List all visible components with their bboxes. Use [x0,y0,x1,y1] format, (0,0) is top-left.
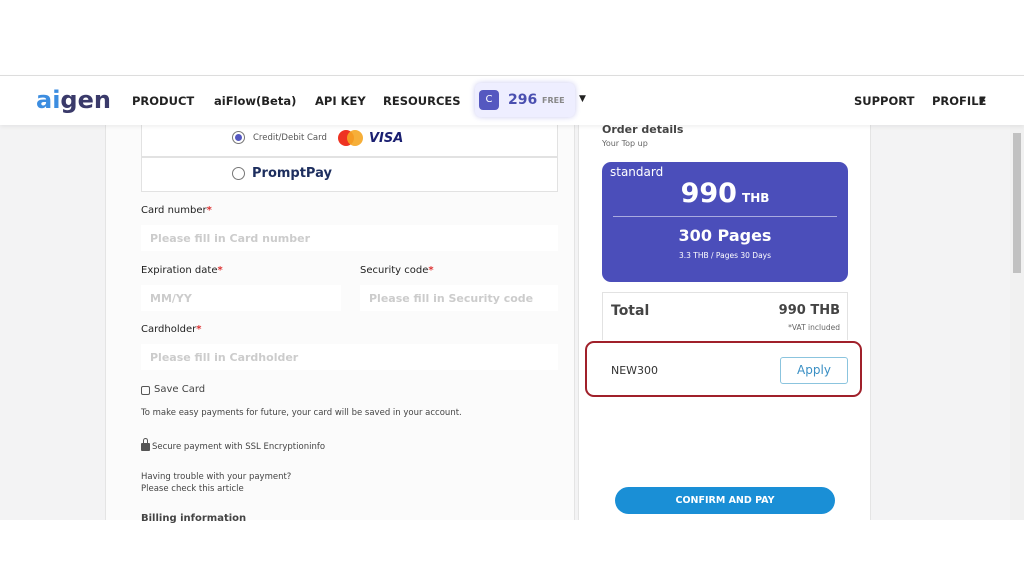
promptpay-label: PromptPay [252,166,332,181]
scrollbar-thumb[interactable] [1013,133,1021,273]
vat-note: *VAT included [788,323,840,332]
total-box: Total 990 THB *VAT included [602,292,848,340]
credit-radio[interactable] [232,131,245,144]
profile-caret-icon[interactable]: ▼ [979,96,985,105]
lock-icon [141,443,150,451]
security-code-label: Security code* [360,265,434,276]
card-number-input[interactable]: Please fill in Card number [141,225,558,251]
credit-badge[interactable]: C 296 FREE [475,83,575,117]
visa-logo: VISA [369,131,404,146]
nav-resources[interactable]: RESOURCES [383,94,461,108]
nav-support[interactable]: SUPPORT [854,94,914,108]
aigen-logo[interactable]: aigen [36,86,111,114]
nav-api-key[interactable]: API KEY [315,94,366,108]
save-card-note: To make easy payments for future, your c… [141,408,462,418]
credit-icon: C [479,90,499,110]
order-subtitle: Your Top up [602,139,648,148]
total-label: Total [611,303,650,319]
coupon-highlight: NEW300 Apply [585,341,862,397]
credit-dropdown-icon[interactable]: ▼ [579,94,586,104]
card-number-label: Card number* [141,205,212,216]
content-area: Credit/Debit Card VISA PromptPay Card nu… [0,123,1010,524]
help-article-link[interactable]: Please check this article [141,484,244,494]
option-credit-card[interactable]: Credit/Debit Card VISA [141,125,558,157]
save-card-checkbox[interactable] [141,386,150,395]
plan-price: 990 THB [680,178,770,209]
cardholder-input[interactable]: Please fill in Cardholder [141,344,558,370]
confirm-pay-button[interactable]: CONFIRM AND PAY [615,487,835,514]
order-details-panel: Order details Your Top up standard 990 T… [578,123,871,520]
scrollbar[interactable] [1010,125,1024,520]
plan-name: standard [610,165,664,179]
payment-form: Credit/Debit Card VISA PromptPay Card nu… [105,125,575,524]
credit-label: Credit/Debit Card [253,133,327,143]
total-value: 990 THB [778,303,840,318]
security-code-input[interactable]: Please fill in Security code [360,285,558,311]
top-nav: aigen PRODUCT aiFlow(Beta) API KEY RESOU… [0,75,1024,125]
option-promptpay[interactable]: PromptPay [141,157,558,192]
cardholder-label: Cardholder* [141,324,202,335]
coupon-input[interactable]: NEW300 [611,364,658,377]
save-card-label[interactable]: Save Card [154,384,205,395]
apply-button[interactable]: Apply [780,357,848,384]
billing-heading: Billing information [141,513,247,524]
nav-aiflow[interactable]: aiFlow(Beta) [214,94,296,108]
credit-count: 296 [508,92,538,108]
plan-rate: 3.3 THB / Pages 30 Days [678,251,772,260]
expiration-label: Expiration date* [141,265,223,276]
plan-pages: 300 Pages [678,226,772,245]
trouble-text: Having trouble with your payment? [141,472,292,482]
secure-payment-text: Secure payment with SSL Encryptioninfo [152,442,326,452]
expiration-input[interactable]: MM/YY [141,285,341,311]
plan-card: standard 990 THB 300 Pages 3.3 THB / Pag… [602,162,848,282]
promptpay-radio[interactable] [232,167,245,180]
credit-type: FREE [542,96,565,105]
nav-product[interactable]: PRODUCT [132,94,194,108]
